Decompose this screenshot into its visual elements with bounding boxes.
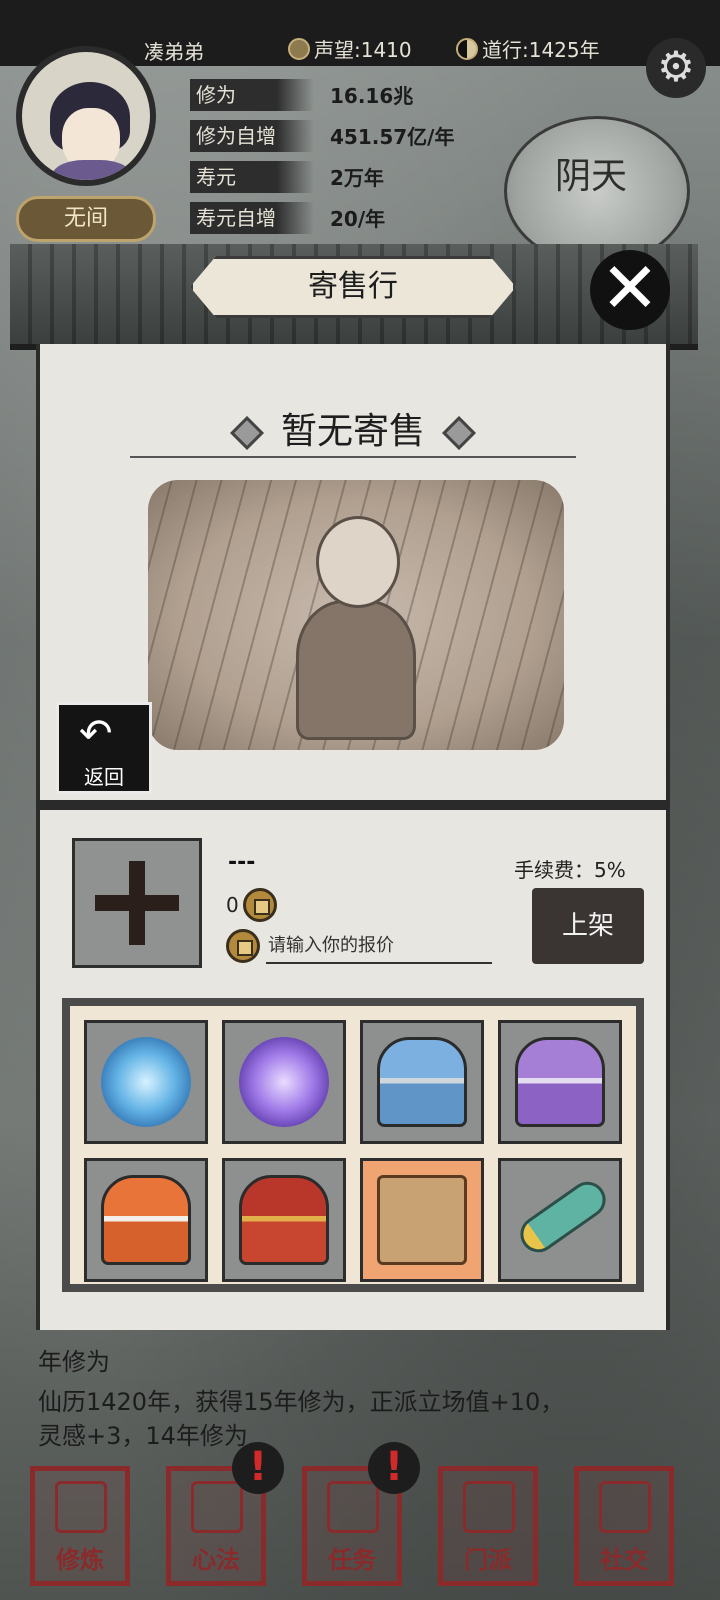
inventory-slot[interactable]	[360, 1158, 484, 1282]
inventory-slot[interactable]	[498, 1020, 622, 1144]
stat-row-lifespan-rate: 寿元自增 20/年	[190, 197, 520, 238]
title-badge[interactable]: 无间	[16, 196, 156, 242]
close-button[interactable]: ✕	[590, 250, 670, 330]
fee-label: 手续费：5%	[514, 858, 626, 882]
nav-label: 任务	[328, 1546, 376, 1574]
back-label: 返回	[84, 765, 124, 789]
inventory-slot[interactable]	[498, 1158, 622, 1282]
inventory-slot[interactable]	[222, 1020, 346, 1144]
nav-label: 社交	[600, 1546, 648, 1574]
log-line: 仙历1420年，获得15年修为，正派立场值+10，	[38, 1388, 565, 1416]
price-input-row	[226, 928, 492, 964]
section-divider	[36, 800, 670, 810]
diamond-ornament-icon	[230, 416, 264, 450]
back-button[interactable]: ↶ 返回	[56, 702, 152, 794]
blue-chest-icon	[377, 1037, 467, 1127]
player-name: 凑弟弟	[144, 40, 204, 64]
inventory-slot[interactable]	[360, 1020, 484, 1144]
list-item-button[interactable]: 上架	[532, 888, 644, 964]
log-line: 灵感+3，14年修为	[38, 1422, 248, 1450]
notification-badge: !	[232, 1442, 284, 1494]
reputation-coin-icon	[288, 37, 310, 60]
price-input[interactable]	[266, 928, 492, 964]
stat-value: 451.57亿/年	[330, 125, 455, 149]
stat-label: 修为	[190, 78, 314, 111]
weather-label: 阴天	[555, 156, 628, 197]
cultivate-icon	[55, 1481, 107, 1533]
task-icon	[327, 1481, 379, 1533]
map-scroll-icon	[377, 1175, 467, 1265]
stat-value: 20/年	[330, 207, 386, 231]
purple-chest-icon	[515, 1037, 605, 1127]
stat-row-cultivation: 修为 16.16兆	[190, 74, 520, 115]
stat-label: 寿元	[190, 160, 314, 193]
reputation-stat: 声望:1410	[288, 34, 412, 63]
nav-label: 修炼	[56, 1546, 104, 1574]
sect-icon	[463, 1481, 515, 1533]
social-icon	[599, 1481, 651, 1533]
price-display: 0	[226, 888, 277, 922]
nav-label: 门派	[464, 1546, 512, 1574]
reputation-label: 声望:1410	[314, 38, 412, 62]
stat-label: 寿元自增	[190, 201, 314, 234]
nav-label: 心法	[192, 1546, 240, 1574]
listing-item-slot[interactable]	[72, 838, 202, 968]
avatar[interactable]	[16, 46, 156, 186]
stats-panel: 修为 16.16兆 修为自增 451.57亿/年 寿元 2万年 寿元自增 20/…	[190, 74, 520, 238]
inventory-slot[interactable]	[222, 1158, 346, 1282]
taiji-icon	[456, 37, 478, 60]
inventory-grid	[62, 998, 644, 1292]
nav-item-sect[interactable]: 门派	[438, 1466, 538, 1586]
panel-title: 寄售行	[190, 256, 516, 318]
nav-item-social[interactable]: 社交	[574, 1466, 674, 1586]
empty-state-illustration	[148, 480, 564, 750]
price-value: 0	[226, 893, 239, 917]
inventory-slot[interactable]	[84, 1158, 208, 1282]
listing-item-name: ---	[228, 850, 256, 875]
log-line: 年修为	[38, 1348, 110, 1376]
divider-rule	[130, 456, 576, 458]
stat-value: 16.16兆	[330, 84, 414, 108]
event-log: 年修为 仙历1420年，获得15年修为，正派立场值+10， 灵感+3，14年修为	[0, 1336, 720, 1450]
inventory-slot[interactable]	[84, 1020, 208, 1144]
dao-stat: 道行:1425年	[456, 34, 600, 63]
dao-label: 道行:1425年	[482, 38, 600, 62]
technique-icon	[191, 1481, 243, 1533]
purple-portal-icon	[239, 1037, 329, 1127]
diamond-ornament-icon	[442, 416, 476, 450]
nav-item-cultivate[interactable]: 修炼	[30, 1466, 130, 1586]
stat-value: 2万年	[330, 166, 384, 190]
blue-portal-icon	[101, 1037, 191, 1127]
bottom-nav: 修炼 心法 任务 门派 社交	[0, 1452, 720, 1600]
stat-row-lifespan: 寿元 2万年	[190, 156, 520, 197]
jade-scroll-icon	[513, 1174, 613, 1260]
coin-icon	[242, 888, 277, 922]
settings-gear-icon[interactable]: ⚙	[646, 38, 706, 98]
coin-icon	[226, 929, 260, 963]
stat-label: 修为自增	[190, 119, 314, 152]
empty-state-title: 暂无寄售	[280, 411, 425, 452]
notification-badge: !	[368, 1442, 420, 1494]
stat-row-cultivation-rate: 修为自增 451.57亿/年	[190, 115, 520, 156]
empty-state-heading: 暂无寄售	[0, 402, 706, 454]
back-arrow-icon: ↶	[79, 711, 113, 757]
gold-chest-icon	[239, 1175, 329, 1265]
orange-chest-icon	[101, 1175, 191, 1265]
